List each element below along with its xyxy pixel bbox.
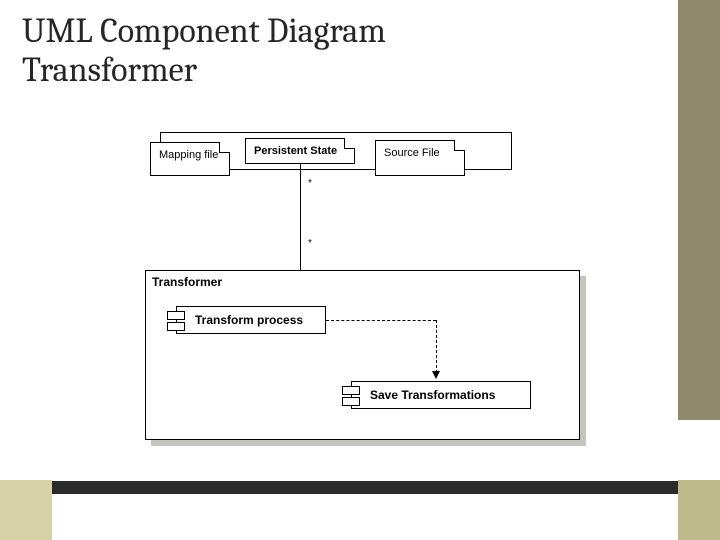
component-label: Save Transformations bbox=[370, 388, 495, 402]
artifact-label: Persistent State bbox=[254, 145, 337, 157]
component-label: Transform process bbox=[195, 313, 303, 327]
component-transform-process: Transform process bbox=[176, 306, 326, 334]
accent-bottom-left bbox=[0, 480, 52, 540]
arrowhead-icon bbox=[432, 371, 440, 379]
multiplicity-bottom: * bbox=[308, 238, 312, 249]
accent-bottom-bar bbox=[52, 481, 678, 494]
dogear-icon bbox=[454, 140, 465, 151]
artifact-source-file: Source File bbox=[375, 140, 465, 176]
accent-bottom-right bbox=[678, 480, 720, 540]
slide-title: UML Component Diagram Transformer bbox=[22, 12, 386, 90]
uml-diagram: Mapping file Persistent State Source Fil… bbox=[150, 130, 585, 460]
artifact-label: Mapping file bbox=[159, 149, 218, 161]
transformer-container: Transformer Transform process Save Trans… bbox=[145, 270, 580, 440]
component-save-transformations: Save Transformations bbox=[351, 381, 531, 409]
dependency-arrow bbox=[326, 320, 436, 321]
container-label: Transformer bbox=[152, 275, 222, 289]
component-tab-icon bbox=[167, 322, 185, 331]
component-tab-icon bbox=[167, 311, 185, 320]
component-tab-icon bbox=[342, 397, 360, 406]
title-line-1: UML Component Diagram bbox=[22, 11, 386, 51]
component-tab-icon bbox=[342, 386, 360, 395]
dependency-arrow bbox=[436, 320, 437, 373]
accent-right bbox=[678, 0, 720, 420]
artifact-label: Source File bbox=[384, 147, 440, 159]
artifact-persistent-state: Persistent State bbox=[245, 138, 355, 164]
dogear-icon bbox=[219, 142, 230, 153]
dogear-icon bbox=[344, 138, 355, 149]
multiplicity-top: * bbox=[308, 178, 312, 189]
artifact-mapping-file: Mapping file bbox=[150, 142, 230, 176]
title-line-2: Transformer bbox=[22, 50, 197, 90]
association-line bbox=[300, 164, 301, 270]
